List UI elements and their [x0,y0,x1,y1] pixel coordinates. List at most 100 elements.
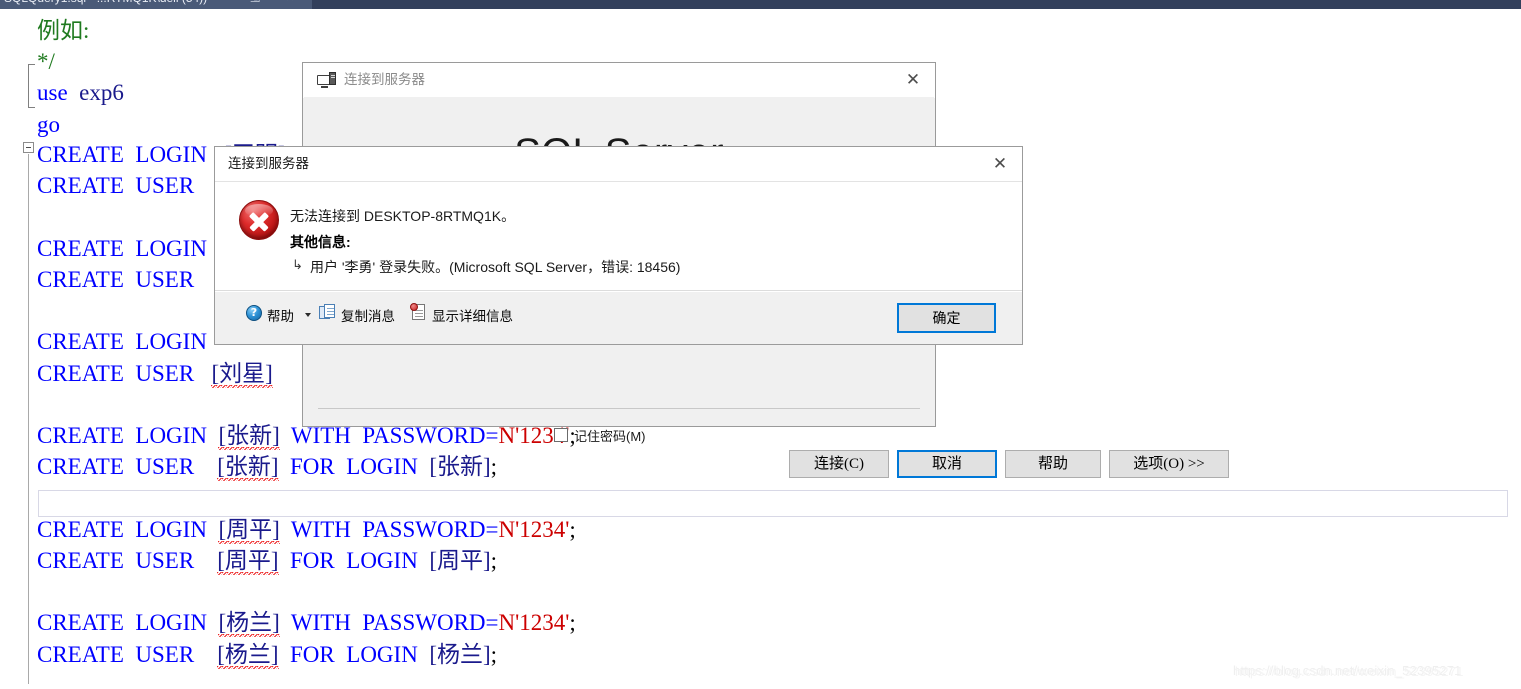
code-line: use exp6 [37,77,124,108]
help-icon[interactable]: ? [246,305,262,321]
code-token: [杨兰] [429,642,490,667]
help-icon-glyph: ? [247,305,261,321]
code-token [124,642,136,667]
code-token: PASSWORD= [362,517,498,542]
outlining-collapse-toggle[interactable] [23,142,34,153]
connect-dialog-title: 连接到服务器 [344,63,425,97]
code-line: CREATE USER [37,170,194,201]
code-line: CREATE USER [37,264,194,295]
connect-dialog-button-2[interactable]: 帮助 [1005,450,1101,478]
editor-tab-bar: SQLQuery1.sql - ...RTMQ1K\dell (54)) ⇲ ✕ [0,0,1521,11]
code-token: WITH [291,517,351,542]
code-token [124,548,136,573]
connect-dialog-titlebar: 连接到服务器 ✕ [303,63,935,98]
code-line: CREATE USER [杨兰] FOR LOGIN [杨兰]; [37,639,497,670]
connection-error-dialog[interactable]: 连接到服务器 ✕ 无法连接到 DESKTOP-8RTMQ1K。 其他信息: ↳ … [214,146,1023,345]
outlining-bracket-use-block [28,64,35,108]
code-line: */ [37,46,55,77]
pin-tab-icon[interactable]: ⇲ [248,0,262,9]
code-token [279,548,291,573]
code-line: CREATE USER [刘星] [37,358,273,389]
code-token [280,610,291,635]
tab-sqlquery1[interactable]: SQLQuery1.sql - ...RTMQ1K\dell (54)) [0,0,312,9]
code-token: N'1234' [499,517,570,542]
code-token: [周平] [218,517,279,544]
ok-button[interactable]: 确定 [897,303,996,333]
code-token: */ [37,49,55,74]
current-line-indicator [38,490,1508,517]
code-token: CREATE [37,454,124,479]
help-link[interactable]: 帮助 [267,305,294,325]
connect-dialog-button-1[interactable]: 取消 [897,450,997,478]
chevron-down-icon[interactable] [305,313,311,317]
code-token [124,423,136,448]
code-line: CREATE LOGIN [37,233,207,264]
code-token: [张新] [218,423,279,450]
connect-dialog-button-3[interactable]: 选项(O) >> [1109,450,1229,478]
error-dialog-body: 无法连接到 DESKTOP-8RTMQ1K。 其他信息: ↳ 用户 '李勇' 登… [215,181,1022,291]
remember-password-label: 记住密码(M) [574,426,646,445]
code-token: LOGIN [135,236,207,261]
code-token: USER [135,267,194,292]
code-token [335,548,347,573]
error-detail-message: 用户 '李勇' 登录失败。(Microsoft SQL Server，错误: 1… [310,257,680,277]
outlining-guide-line [28,154,29,684]
watermark: https://blog.csdn.net/weixin_52395271 ht… [1233,663,1521,683]
code-token [124,610,136,635]
editor-outlining-margin[interactable] [21,11,37,689]
code-token [418,642,430,667]
code-token [124,361,136,386]
code-line: 例如: [37,15,89,46]
code-token: CREATE [37,517,124,542]
code-token [351,517,363,542]
details-document-icon[interactable] [410,303,427,321]
code-token [279,642,291,667]
code-token: FOR [290,642,335,667]
code-token [124,517,136,542]
code-token [194,548,217,573]
code-token: FOR [290,548,335,573]
code-token [279,454,291,479]
code-token: LOGIN [346,642,418,667]
connect-dialog-button-0[interactable]: 连接(C) [789,450,889,478]
code-token: ; [569,517,575,542]
close-tab-icon[interactable]: ✕ [282,0,298,8]
error-message: 无法连接到 DESKTOP-8RTMQ1K。 [290,206,515,226]
error-dialog-titlebar: 连接到服务器 ✕ [215,147,1022,182]
code-token: LOGIN [346,548,418,573]
copy-message-link[interactable]: 复制消息 [341,305,395,325]
code-token: ; [491,548,497,573]
show-technical-details-link[interactable]: 显示详细信息 [432,305,513,325]
code-token: PASSWORD= [362,610,498,635]
code-token [418,548,430,573]
code-token [280,423,291,448]
code-token: [杨兰] [218,610,279,637]
server-icon [317,72,337,89]
code-token: LOGIN [135,517,207,542]
watermark-text-shadow: https://blog.csdn.net/weixin_52395271 [1235,664,1464,679]
close-icon[interactable]: ✕ [978,147,1022,181]
code-token [194,361,211,386]
code-token: LOGIN [135,610,207,635]
code-token: 例如: [37,18,89,43]
code-token [194,454,217,479]
code-token: use [37,80,68,105]
remember-password-checkbox[interactable] [554,428,568,442]
tab-strip-empty-area [310,0,1521,9]
code-token: LOGIN [135,329,207,354]
code-token: go [37,112,60,137]
code-line: CREATE LOGIN [周平] WITH PASSWORD=N'1234'; [37,514,576,545]
code-token [207,517,219,542]
editor-selection-margin [0,11,22,689]
copy-icon[interactable] [319,304,336,321]
code-token: [张新] [217,454,278,481]
code-token: CREATE [37,610,124,635]
code-token: CREATE [37,423,124,448]
connect-dialog-separator [318,408,920,409]
code-token: ; [569,610,575,635]
error-dialog-title: 连接到服务器 [228,147,309,181]
close-icon[interactable]: ✕ [891,63,935,97]
code-token [194,642,217,667]
code-token: [杨兰] [217,642,278,669]
code-token [207,423,219,448]
